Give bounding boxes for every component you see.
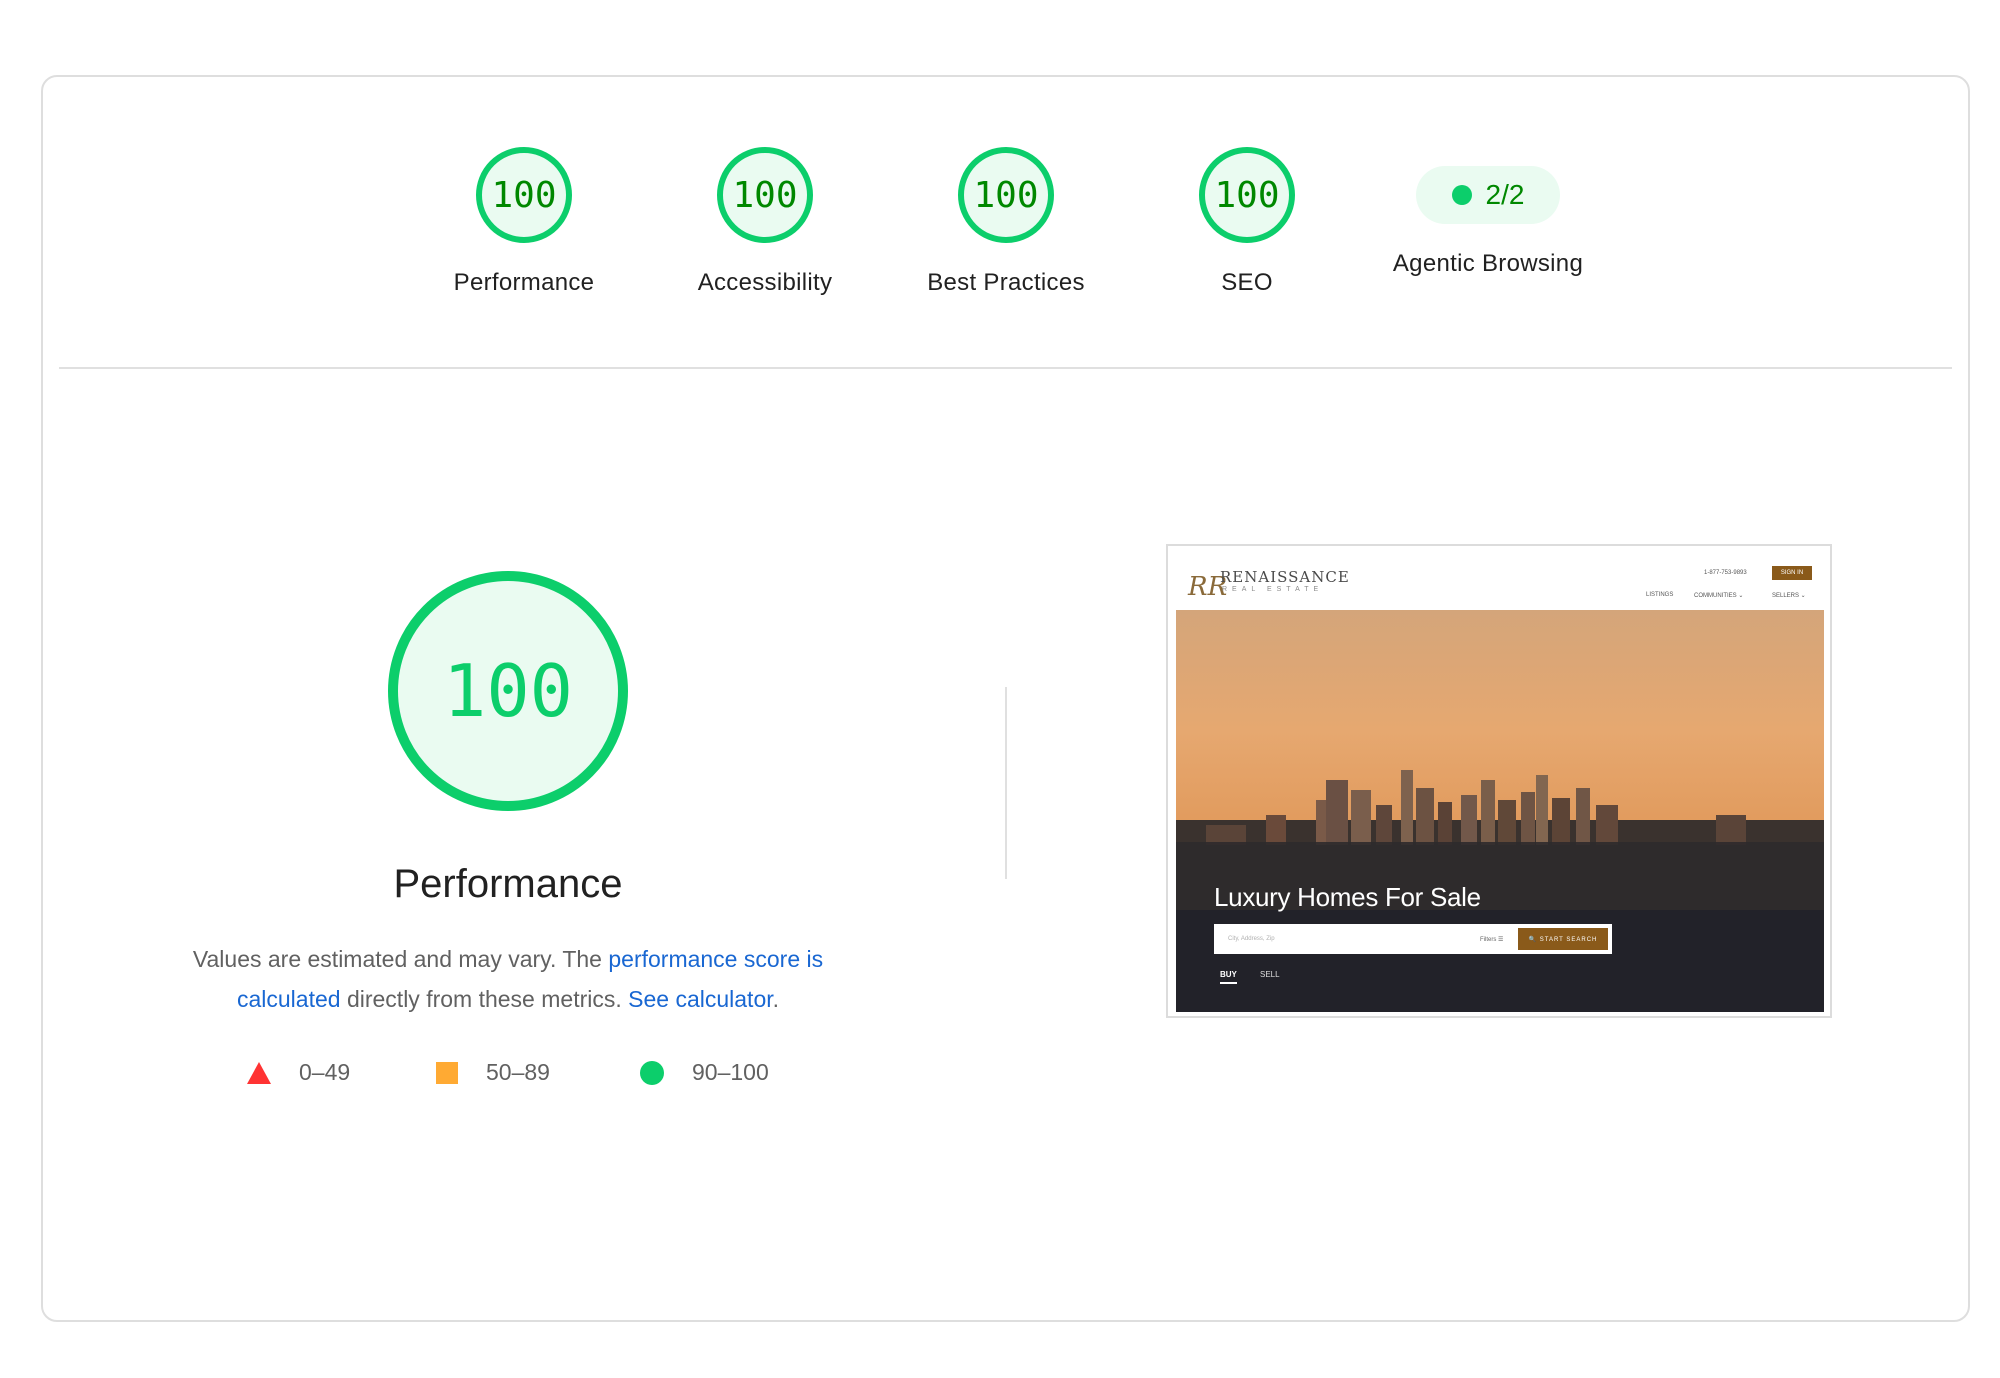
performance-main-gauge: 100 <box>388 571 628 811</box>
site-nav-listings: LISTINGS <box>1646 592 1674 598</box>
site-nav-sellers: SELLERS ⌄ <box>1772 593 1806 599</box>
site-search-box: City, Address, Zip Filters ☰ 🔍 START SEA… <box>1214 924 1612 954</box>
category-seo[interactable]: 100 SEO <box>1127 147 1367 297</box>
desc-text: directly from these metrics. <box>340 986 629 1012</box>
site-signin-button: SIGN IN <box>1772 566 1812 580</box>
site-tab-buy: BUY <box>1220 970 1237 984</box>
site-search-placeholder: City, Address, Zip <box>1228 936 1275 942</box>
site-hero: Luxury Homes For Sale City, Address, Zip… <box>1176 610 1824 1012</box>
score-gauge: 100 <box>958 147 1054 243</box>
category-performance[interactable]: 100 Performance <box>404 147 644 297</box>
agentic-value: 2/2 <box>1485 179 1525 210</box>
site-tab-sell: SELL <box>1260 970 1280 979</box>
score-gauge: 100 <box>476 147 572 243</box>
category-label: Best Practices <box>927 269 1085 296</box>
lighthouse-report-card: 100 Performance 100 Accessibility 100 Be… <box>41 75 1970 1322</box>
red-triangle-icon <box>247 1061 271 1084</box>
performance-description: Values are estimated and may vary. The p… <box>143 939 873 1019</box>
legend-label: 90–100 <box>692 1059 769 1085</box>
agentic-pill: 2/2 <box>1416 166 1560 224</box>
site-nav-communities: COMMUNITIES ⌄ <box>1694 593 1744 599</box>
score-gauge: 100 <box>717 147 813 243</box>
performance-title: Performance <box>393 862 623 906</box>
performance-main-score: 100 <box>442 649 574 733</box>
vertical-divider <box>1005 687 1007 879</box>
score-value: 100 <box>491 174 557 216</box>
site-filters: Filters ☰ <box>1480 937 1504 943</box>
legend-label: 0–49 <box>299 1059 351 1085</box>
site-start-search-button: 🔍 START SEARCH <box>1518 928 1608 950</box>
orange-square-icon <box>436 1061 458 1084</box>
site-phone: 1-877-753-9893 <box>1704 570 1747 576</box>
category-label: Accessibility <box>697 269 833 296</box>
legend-label: 50–89 <box>486 1059 550 1085</box>
score-value: 100 <box>1214 174 1280 216</box>
hero-title: Luxury Homes For Sale <box>1214 882 1481 912</box>
site-logo-name: RENAISSANCE <box>1220 568 1350 586</box>
score-value: 100 <box>973 174 1039 216</box>
desc-text: . <box>772 986 780 1012</box>
category-label: Performance <box>453 269 595 296</box>
score-value: 100 <box>732 174 798 216</box>
legend-fail: 0–49 <box>247 1059 350 1086</box>
score-legend: 0–49 50–89 90–100 <box>43 1059 973 1099</box>
page-screenshot-thumbnail[interactable]: RR RENAISSANCE REAL ESTATE 1-877-753-989… <box>1166 544 1832 1018</box>
section-divider <box>59 367 1952 369</box>
category-best-practices[interactable]: 100 Best Practices <box>886 147 1126 297</box>
desc-text: Values are estimated and may vary. The <box>192 946 609 972</box>
legend-average: 50–89 <box>436 1059 550 1086</box>
legend-pass: 90–100 <box>640 1059 769 1086</box>
green-circle-icon <box>640 1060 664 1085</box>
category-accessibility[interactable]: 100 Accessibility <box>645 147 885 297</box>
category-label: Agentic Browsing <box>1392 250 1584 277</box>
score-gauge: 100 <box>1199 147 1295 243</box>
site-logo-sub: REAL ESTATE <box>1222 586 1324 593</box>
see-calculator-link[interactable]: See calculator <box>628 986 772 1012</box>
green-dot-icon <box>1451 185 1472 205</box>
site-header: RR RENAISSANCE REAL ESTATE 1-877-753-989… <box>1176 554 1824 610</box>
category-label: SEO <box>1221 269 1273 296</box>
category-agentic-browsing[interactable]: 2/2 Agentic Browsing <box>1368 147 1608 278</box>
